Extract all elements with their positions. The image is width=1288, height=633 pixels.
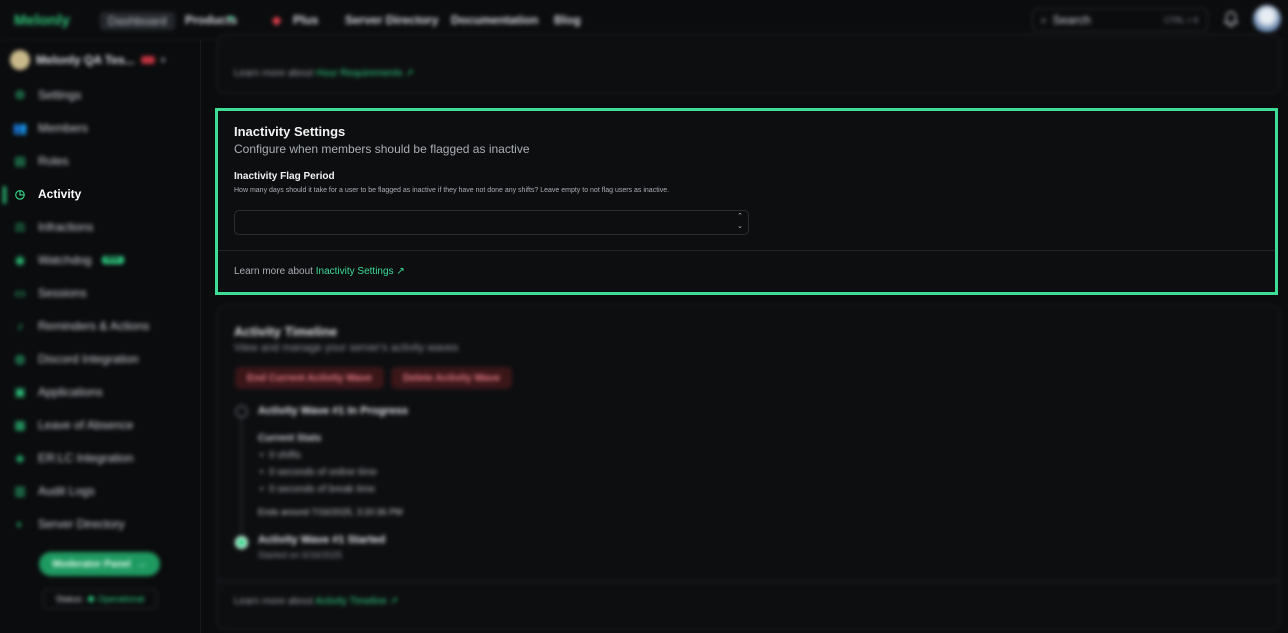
nav-documentation[interactable]: Documentation (451, 13, 538, 27)
inactivity-flag-period-help: How many days should it take for a user … (234, 187, 670, 194)
nav-server-directory[interactable]: Server Directory (345, 13, 438, 27)
divider (218, 250, 1275, 251)
nav-plus[interactable]: Plus (293, 13, 318, 27)
timeline-line (241, 417, 242, 542)
inactivity-learn-more: Learn more about Inactivity Settings ↗ (234, 266, 405, 277)
divider (218, 581, 1279, 582)
status-dot-icon (87, 596, 94, 602)
sidebar-divider (200, 40, 201, 633)
status-label: Status: (55, 594, 84, 604)
bell-icon[interactable] (1224, 11, 1238, 27)
ends-around: Ends around 7/16/2025, 3:20:36 PM (258, 507, 403, 517)
timeline-title: Activity Timeline (234, 324, 338, 339)
timeline-node-complete (235, 536, 248, 549)
inactivity-settings-link[interactable]: Inactivity Settings (316, 266, 394, 277)
search-label: Search (1052, 13, 1091, 27)
wave-started-title: Activity Wave #1 Started (258, 534, 386, 546)
external-link-icon: ↗ (389, 596, 399, 607)
inactivity-flag-period-input[interactable] (234, 210, 749, 235)
delete-activity-wave-button[interactable]: Delete Activity Wave (391, 367, 513, 389)
activity-timeline-card: Activity Timeline View and manage your s… (217, 305, 1280, 630)
hour-requirements-learn: Learn more about Hour Requirements ↗ (234, 68, 414, 79)
timeline-learn-more: Learn more about Activity Timeline ↗ (234, 596, 398, 607)
hour-requirements-card: Learn more about Hour Requirements ↗ (217, 34, 1280, 94)
moderator-panel-label: Moderator Panel (52, 558, 131, 570)
hour-requirements-link[interactable]: Hour Requirements (316, 68, 403, 79)
timeline-subtitle: View and manage your server's activity w… (234, 342, 459, 354)
status-value: Operational (97, 594, 145, 604)
stat-break-time: • 0 seconds of break time (260, 484, 376, 495)
status-badge: Status: Operational (43, 589, 157, 609)
search-input[interactable]: ⌕ Search CTRL + K (1032, 8, 1208, 32)
chevron-down-icon[interactable]: ▾ (229, 13, 234, 24)
learn-prefix: Learn more about (234, 266, 313, 277)
learn-prefix: Learn more about (234, 68, 313, 79)
activity-timeline-link[interactable]: Activity Timeline (315, 596, 387, 607)
external-link-icon: ↗ (405, 68, 414, 79)
chevron-down-icon[interactable]: ⌄ (734, 222, 746, 232)
nav-blog[interactable]: Blog (554, 13, 581, 27)
chevron-up-icon[interactable]: ⌃ (734, 212, 746, 222)
search-shortcut: CTRL + K (1163, 15, 1199, 25)
learn-prefix: Learn more about (234, 596, 313, 607)
current-stats-heading: Current Stats (258, 433, 322, 444)
wave-in-progress-title: Activity Wave #1 In Progress (258, 405, 408, 417)
end-activity-wave-button[interactable]: End Current Activity Wave (235, 367, 384, 389)
brand-logo[interactable]: Melonly (14, 12, 70, 29)
arrow-right-icon: → (136, 558, 147, 570)
inactivity-settings-card: Inactivity Settings Configure when membe… (215, 108, 1278, 295)
inactivity-subtitle: Configure when members should be flagged… (234, 142, 530, 156)
external-link-icon: ↗ (396, 266, 405, 277)
avatar[interactable] (1253, 5, 1281, 33)
inactivity-title: Inactivity Settings (234, 124, 346, 139)
search-icon: ⌕ (1041, 14, 1047, 26)
stat-shifts: • 0 shifts (260, 450, 301, 461)
number-stepper[interactable]: ⌃ ⌄ (734, 212, 746, 232)
started-on: Started on 6/16/2025 (258, 550, 343, 560)
inactivity-flag-period-label: Inactivity Flag Period (234, 171, 335, 182)
plus-badge-icon: ◆ (272, 13, 282, 27)
sidebar-footer: Moderator Panel → Status: Operational (0, 40, 200, 633)
dashboard-link[interactable]: Dashboard (100, 12, 175, 30)
stat-online-time: • 0 seconds of online time (260, 467, 377, 478)
moderator-panel-button[interactable]: Moderator Panel → (39, 552, 160, 576)
timeline-node-pending (235, 405, 248, 418)
